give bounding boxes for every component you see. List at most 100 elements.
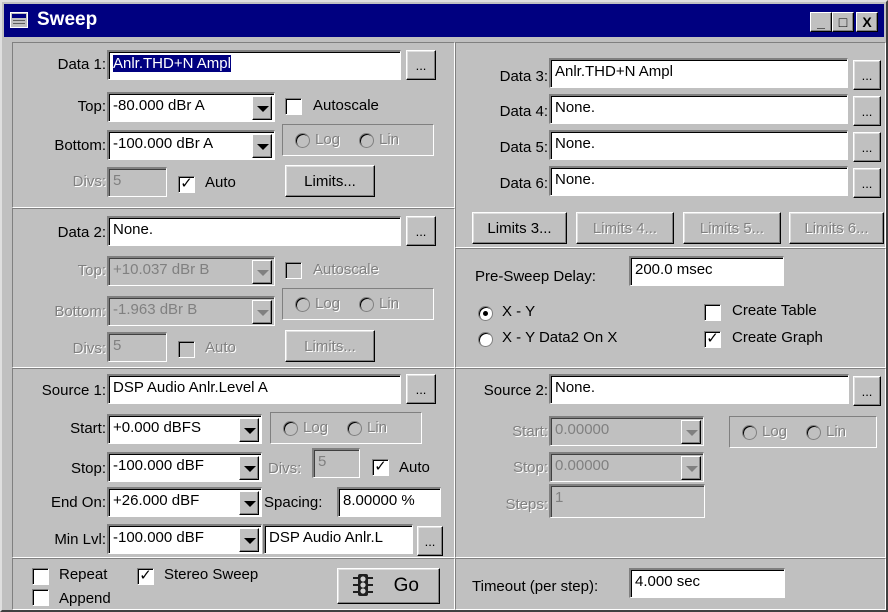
data6-browse-button[interactable]: ... xyxy=(853,168,881,198)
chevron-down-icon[interactable] xyxy=(239,528,259,552)
data2-browse-button[interactable]: ... xyxy=(406,216,436,246)
data5-value: None. xyxy=(555,135,596,152)
data3-field[interactable]: Anlr.THD+N Ampl xyxy=(549,58,848,88)
data1-limits-button[interactable]: Limits... xyxy=(285,165,375,197)
data2-bottom-value: -1.963 dBr B xyxy=(113,301,198,318)
data1-lin-radio[interactable] xyxy=(359,133,374,148)
chevron-down-icon[interactable] xyxy=(681,420,701,444)
presweep-field[interactable]: 200.0 msec xyxy=(629,256,784,286)
source1-start-value: +0.000 dBFS xyxy=(113,419,201,436)
create-table-checkbox[interactable] xyxy=(704,304,721,321)
data1-top-select[interactable]: -80.000 dBr A xyxy=(107,92,275,122)
data1-divs-field[interactable]: 5 xyxy=(107,167,167,197)
limits6-button[interactable]: Limits 6... xyxy=(789,212,884,244)
data1-browse-button[interactable]: ... xyxy=(406,50,436,80)
source1-minlvl-select[interactable]: -100.000 dBF xyxy=(107,524,262,554)
source1-endon-select[interactable]: +26.000 dBF xyxy=(107,487,262,517)
xy-data2-label: X - Y Data2 On X xyxy=(502,329,618,346)
data1-bottom-label: Bottom: xyxy=(54,137,106,154)
chevron-down-icon[interactable] xyxy=(239,491,259,515)
source1-minlvl-source-value: DSP Audio Anlr.L xyxy=(269,529,383,546)
xy-data2-radio[interactable] xyxy=(478,332,493,347)
source2-field[interactable]: None. xyxy=(549,374,849,404)
data6-field[interactable]: None. xyxy=(549,166,848,196)
data5-browse-button[interactable]: ... xyxy=(853,132,881,162)
data4-browse-button[interactable]: ... xyxy=(853,96,881,126)
source1-spacing-field[interactable]: 8.00000 % xyxy=(337,487,441,517)
append-checkbox[interactable] xyxy=(32,589,49,606)
minimize-button[interactable]: _ xyxy=(810,12,832,32)
source1-auto-checkbox[interactable]: ✓ xyxy=(372,459,389,476)
title-bar[interactable]: Sweep _ □ X xyxy=(4,4,884,37)
data2-lin-radio[interactable] xyxy=(359,297,374,312)
data1-autoscale-checkbox[interactable] xyxy=(285,98,302,115)
data2-top-select[interactable]: +10.037 dBr B xyxy=(107,256,275,286)
data3-browse-button[interactable]: ... xyxy=(853,60,881,90)
data1-log-radio[interactable] xyxy=(295,133,310,148)
create-graph-label: Create Graph xyxy=(732,329,823,346)
source2-stop-select[interactable]: 0.00000 xyxy=(549,452,704,482)
data3-label: Data 3: xyxy=(499,68,548,85)
presweep-value: 200.0 msec xyxy=(635,261,713,278)
chevron-down-icon[interactable] xyxy=(252,134,272,158)
source1-divs-value: 5 xyxy=(318,453,327,470)
create-graph-checkbox[interactable]: ✓ xyxy=(704,331,721,348)
data1-label: Data 1: xyxy=(57,56,106,73)
chevron-down-icon[interactable] xyxy=(252,300,272,324)
chevron-down-icon[interactable] xyxy=(681,456,701,480)
data6-label: Data 6: xyxy=(499,175,548,192)
timeout-field[interactable]: 4.000 sec xyxy=(629,568,785,598)
chevron-down-icon[interactable] xyxy=(252,96,272,120)
limits3-button[interactable]: Limits 3... xyxy=(472,212,567,244)
go-label: Go xyxy=(393,575,419,596)
source2-steps-field[interactable]: 1 xyxy=(549,484,705,518)
minlvl-browse-button[interactable]: ... xyxy=(417,526,443,556)
source1-lin-radio[interactable] xyxy=(347,421,362,436)
data1-divs-label: Divs: xyxy=(72,173,106,190)
source2-stop-label: Stop: xyxy=(512,459,548,476)
data1-auto-checkbox[interactable]: ✓ xyxy=(178,176,195,193)
source1-divs-field[interactable]: 5 xyxy=(312,448,360,478)
data2-autoscale-checkbox[interactable] xyxy=(285,262,302,279)
data4-field[interactable]: None. xyxy=(549,94,848,124)
data1-field[interactable]: Anlr.THD+N Ampl xyxy=(107,50,401,80)
source1-endon-value: +26.000 dBF xyxy=(113,492,200,509)
source2-log-radio[interactable] xyxy=(742,425,757,440)
chevron-down-icon[interactable] xyxy=(252,260,272,284)
limits4-button[interactable]: Limits 4... xyxy=(576,212,674,244)
source2-start-select[interactable]: 0.00000 xyxy=(549,416,704,446)
window-icon[interactable] xyxy=(10,12,28,28)
close-button[interactable]: X xyxy=(856,12,878,32)
data1-bottom-value: -100.000 dBr A xyxy=(113,135,214,152)
xy-radio[interactable] xyxy=(478,306,493,321)
source1-start-select[interactable]: +0.000 dBFS xyxy=(107,414,262,444)
source1-log-label: Log xyxy=(303,419,329,436)
chevron-down-icon[interactable] xyxy=(239,418,259,442)
source2-stop-value: 0.00000 xyxy=(555,457,610,474)
maximize-button[interactable]: □ xyxy=(832,12,854,32)
data2-log-radio[interactable] xyxy=(295,297,310,312)
data2-divs-field[interactable]: 5 xyxy=(107,332,167,362)
repeat-checkbox[interactable] xyxy=(32,568,49,585)
data2-auto-checkbox[interactable] xyxy=(178,341,195,358)
presweep-label: Pre-Sweep Delay: xyxy=(475,268,596,285)
source2-browse-button[interactable]: ... xyxy=(853,376,881,406)
data2-limits-button[interactable]: Limits... xyxy=(285,330,375,362)
data2-field[interactable]: None. xyxy=(107,216,401,246)
data2-log-label: Log xyxy=(315,295,341,312)
source1-browse-button[interactable]: ... xyxy=(406,374,436,404)
go-button[interactable]: Go xyxy=(337,568,440,604)
data1-bottom-select[interactable]: -100.000 dBr A xyxy=(107,130,275,160)
data2-top-value: +10.037 dBr B xyxy=(113,261,210,278)
source2-log-label: Log xyxy=(762,423,788,440)
limits5-button[interactable]: Limits 5... xyxy=(683,212,781,244)
source1-minlvl-source-field[interactable]: DSP Audio Anlr.L xyxy=(263,524,413,554)
source1-log-radio[interactable] xyxy=(283,421,298,436)
data2-bottom-select[interactable]: -1.963 dBr B xyxy=(107,296,275,326)
chevron-down-icon[interactable] xyxy=(239,456,259,480)
source1-field[interactable]: DSP Audio Anlr.Level A xyxy=(107,374,401,404)
stereo-sweep-checkbox[interactable]: ✓ xyxy=(137,568,154,585)
data5-field[interactable]: None. xyxy=(549,130,848,160)
source1-stop-select[interactable]: -100.000 dBF xyxy=(107,452,262,482)
source2-lin-radio[interactable] xyxy=(806,425,821,440)
